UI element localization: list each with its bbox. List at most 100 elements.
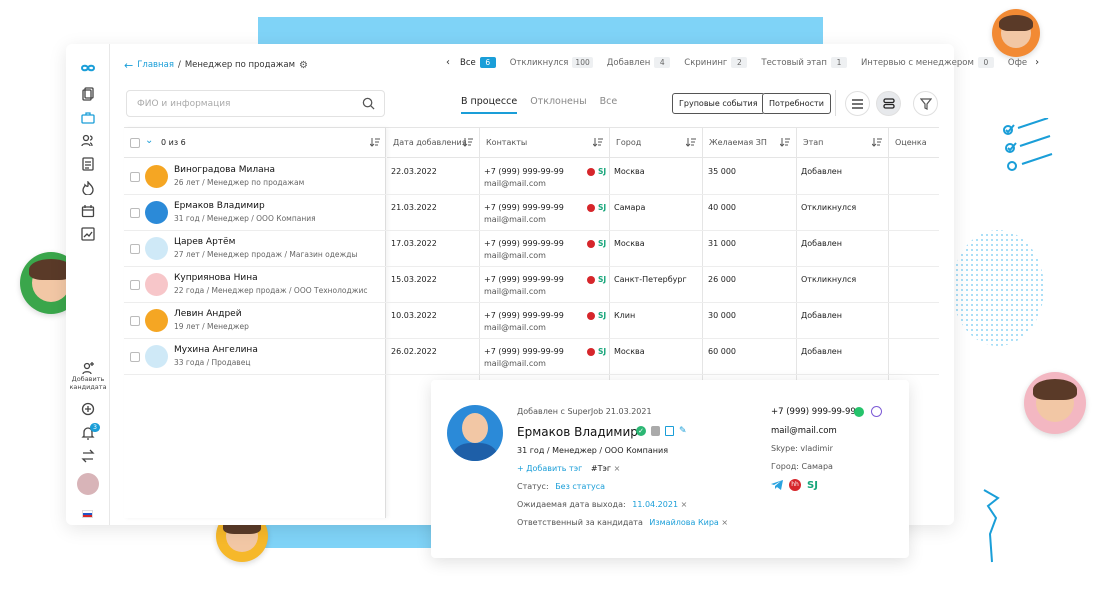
list-view-button[interactable] xyxy=(845,91,870,116)
tab-rejected[interactable]: Отклонены xyxy=(530,96,586,114)
document-icon[interactable] xyxy=(80,156,96,172)
hh-icon[interactable] xyxy=(587,276,595,284)
swap-icon[interactable] xyxy=(80,448,96,464)
email-value[interactable]: mail@mail.com xyxy=(484,251,546,260)
responsible-link[interactable]: Измайлова Кира xyxy=(649,518,718,527)
header-city[interactable]: Город xyxy=(610,128,702,158)
row-checkbox[interactable] xyxy=(130,208,140,218)
sort-icon[interactable] xyxy=(593,137,603,147)
filter-offer[interactable]: Офе xyxy=(1008,58,1027,68)
telegram-icon[interactable] xyxy=(771,480,783,490)
row-checkbox[interactable] xyxy=(130,352,140,362)
phone-value[interactable]: +7 (999) 999-99-99 xyxy=(484,311,564,320)
superjob-icon[interactable]: SJ xyxy=(807,480,818,491)
row-checkbox[interactable] xyxy=(130,280,140,290)
filter-all[interactable]: Все 6 xyxy=(460,57,496,68)
logo-icon[interactable] xyxy=(78,60,98,76)
fire-icon[interactable] xyxy=(80,180,96,196)
clear-date-icon[interactable]: × xyxy=(681,500,688,509)
sort-icon[interactable] xyxy=(463,137,473,147)
sort-icon[interactable] xyxy=(872,137,882,147)
candidate-name[interactable]: Мухина Ангелина xyxy=(174,345,258,355)
table-row[interactable]: Царев Артём 27 лет / Менеджер продаж / Ма… xyxy=(124,231,939,267)
filter-screening[interactable]: Скрининг 2 xyxy=(684,57,748,68)
email-value[interactable]: mail@mail.com xyxy=(484,287,546,296)
email-value[interactable]: mail@mail.com xyxy=(484,215,546,224)
email-value[interactable]: mail@mail.com xyxy=(484,359,546,368)
superjob-icon[interactable]: SJ xyxy=(598,238,606,250)
hh-icon[interactable] xyxy=(587,348,595,356)
filter-test-stage[interactable]: Тестовый этап 1 xyxy=(761,57,847,68)
gear-icon[interactable]: ⚙ xyxy=(299,60,308,71)
filter-interview[interactable]: Интервью с менеджером 0 xyxy=(861,57,994,68)
add-tag-link[interactable]: + Добавить тэг xyxy=(517,464,582,473)
chevron-left-icon[interactable]: ‹ xyxy=(446,57,450,68)
row-checkbox[interactable] xyxy=(130,172,140,182)
search-icon[interactable] xyxy=(362,97,375,110)
row-checkbox[interactable] xyxy=(130,244,140,254)
card-phone[interactable]: +7 (999) 999-99-99 xyxy=(771,407,856,417)
header-date[interactable]: Дата добавления xyxy=(387,128,479,158)
candidate-name[interactable]: Виноградова Милана xyxy=(174,165,275,175)
hh-icon[interactable] xyxy=(587,168,595,176)
calendar-icon[interactable] xyxy=(80,203,96,219)
phone-value[interactable]: +7 (999) 999-99-99 xyxy=(484,239,564,248)
remove-responsible-icon[interactable]: × xyxy=(721,518,728,527)
phone-value[interactable]: +7 (999) 999-99-99 xyxy=(484,203,564,212)
lock-icon[interactable] xyxy=(651,426,660,436)
table-row[interactable]: Ермаков Владимир 31 год / Менеджер / ООО … xyxy=(124,195,939,231)
add-candidate-label[interactable]: Добавить кандидата xyxy=(68,375,108,391)
superjob-icon[interactable]: SJ xyxy=(598,274,606,286)
status-link[interactable]: Без статуса xyxy=(555,482,605,491)
hh-icon[interactable] xyxy=(587,312,595,320)
tab-all[interactable]: Все xyxy=(600,96,618,114)
add-user-icon[interactable] xyxy=(80,360,96,376)
superjob-icon[interactable]: SJ xyxy=(598,166,606,178)
header-stage[interactable]: Этап xyxy=(797,128,888,158)
remove-tag-icon[interactable]: × xyxy=(614,464,621,473)
notes-icon[interactable] xyxy=(665,426,674,436)
whatsapp-icon[interactable] xyxy=(854,407,864,417)
superjob-icon[interactable]: SJ xyxy=(598,202,606,214)
hh-icon[interactable]: hh xyxy=(789,479,801,491)
users-icon[interactable] xyxy=(80,133,96,149)
tab-in-progress[interactable]: В процессе xyxy=(461,96,518,114)
superjob-icon[interactable]: SJ xyxy=(598,346,606,358)
superjob-icon[interactable]: SJ xyxy=(598,310,606,322)
sort-icon[interactable] xyxy=(370,137,380,147)
language-flag-icon[interactable] xyxy=(82,510,93,518)
table-row[interactable]: Левин Андрей 19 лет / Менеджер 10.03.2022 +… xyxy=(124,303,939,339)
phone-value[interactable]: +7 (999) 999-99-99 xyxy=(484,275,564,284)
viber-icon[interactable] xyxy=(871,406,882,417)
hh-icon[interactable] xyxy=(587,204,595,212)
candidate-name[interactable]: Куприянова Нина xyxy=(174,273,258,283)
edit-icon[interactable]: ✎ xyxy=(679,426,687,436)
user-avatar[interactable] xyxy=(77,473,99,495)
card-email[interactable]: mail@mail.com xyxy=(771,426,837,436)
table-row[interactable]: Куприянова Нина 22 года / Менеджер продаж… xyxy=(124,267,939,303)
sort-icon[interactable] xyxy=(780,137,790,147)
header-salary[interactable]: Желаемая ЗП xyxy=(703,128,796,158)
candidate-name[interactable]: Царев Артём xyxy=(174,237,235,247)
search-input[interactable]: ФИО и информация xyxy=(126,90,385,117)
email-value[interactable]: mail@mail.com xyxy=(484,179,546,188)
email-value[interactable]: mail@mail.com xyxy=(484,323,546,332)
sort-icon[interactable] xyxy=(686,137,696,147)
hh-icon[interactable] xyxy=(587,240,595,248)
phone-value[interactable]: +7 (999) 999-99-99 xyxy=(484,347,564,356)
chart-icon[interactable] xyxy=(80,226,96,242)
back-arrow-icon[interactable]: ← xyxy=(124,59,133,72)
table-row[interactable]: Мухина Ангелина 33 года / Продавец 26.02.2… xyxy=(124,339,939,375)
chevron-down-icon[interactable]: ⌄ xyxy=(145,135,153,146)
candidate-name[interactable]: Левин Андрей xyxy=(174,309,242,319)
needs-button[interactable]: Потребности xyxy=(762,93,831,114)
exit-date-link[interactable]: 11.04.2021 xyxy=(632,500,678,509)
plus-circle-icon[interactable] xyxy=(80,401,96,417)
group-events-button[interactable]: Груповые события xyxy=(672,93,765,114)
briefcase-icon[interactable] xyxy=(80,110,96,126)
filter-added[interactable]: Добавлен 4 xyxy=(607,57,671,68)
table-row[interactable]: Виноградова Милана 26 лет / Менеджер по п… xyxy=(124,159,939,195)
phone-value[interactable]: +7 (999) 999-99-99 xyxy=(484,167,564,176)
breadcrumb-home[interactable]: Главная xyxy=(137,60,174,70)
filter-responded[interactable]: Откликнулся 100 xyxy=(510,57,593,68)
